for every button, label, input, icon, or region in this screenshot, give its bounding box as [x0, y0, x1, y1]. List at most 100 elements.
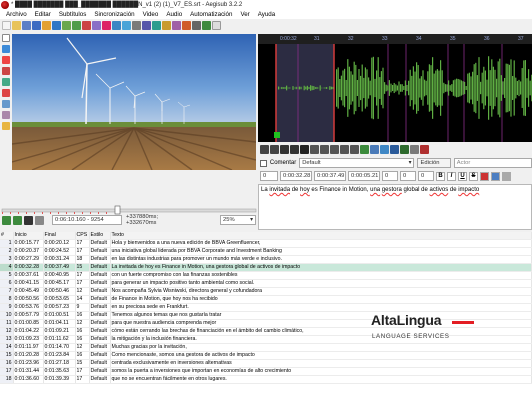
table-row[interactable]: 13 0:01:09.23 0:01:11.62 16 Default la mitiga… [0, 335, 532, 345]
column-header[interactable]: Texto [110, 232, 532, 241]
margin-right-field[interactable]: 0 [400, 171, 416, 181]
video-play-line-icon[interactable] [13, 215, 22, 225]
table-row[interactable]: 4 0:00:32.28 0:00:37.49 15 Default La invitad… [0, 263, 532, 273]
resample-icon[interactable] [142, 21, 151, 30]
table-row[interactable]: 14 0:01:11.97 0:01:14.70 12 Default Muchas gr… [0, 343, 532, 353]
layer-field[interactable]: 0 [260, 171, 278, 181]
vector-clip-icon[interactable] [2, 100, 10, 108]
menu-video[interactable]: Video [139, 11, 163, 18]
subtitle-text-editor[interactable]: La invitada de hoy es Finance in Motion,… [258, 184, 532, 230]
font-icon[interactable] [480, 171, 489, 181]
table-row[interactable]: 2 0:00:20.37 0:00:24.52 17 Default una inicia… [0, 247, 532, 257]
menu-sincronizacion[interactable]: Sincronización [90, 11, 138, 18]
play-line-icon[interactable] [290, 144, 299, 154]
menu-ayuda[interactable]: Ayuda [254, 11, 279, 18]
auto-next-icon[interactable] [390, 144, 399, 154]
menu-editar[interactable]: Editar [31, 11, 55, 18]
commit-icon[interactable] [360, 144, 369, 154]
attachments-icon[interactable] [102, 21, 111, 30]
edition-button[interactable]: Edición [417, 158, 451, 168]
find-icon[interactable] [112, 21, 121, 30]
table-row[interactable]: 10 0:00:57.79 0:01:00.51 16 Default Tenemos a… [0, 311, 532, 321]
video-play-icon[interactable] [2, 215, 11, 225]
video-display[interactable] [12, 34, 256, 170]
spell-checker-icon[interactable] [182, 21, 191, 30]
table-row[interactable]: 15 0:01:20.28 0:01:23.84 16 Default Como menc… [0, 351, 532, 361]
zoom-select[interactable]: 25% ▾ [220, 215, 256, 225]
help-icon[interactable] [212, 21, 221, 30]
end-time-field[interactable]: 0:00:37.49 [314, 171, 346, 181]
styles-manager-icon[interactable] [82, 21, 91, 30]
undo-icon[interactable] [502, 171, 511, 181]
table-row[interactable]: 3 0:00:27.29 0:00:31.24 18 Default en las dis… [0, 255, 532, 265]
jump-to-icon[interactable] [52, 21, 61, 30]
table-row[interactable]: 16 0:01:23.96 0:01:27.18 15 Default centrada … [0, 359, 532, 369]
column-header[interactable]: CPS [75, 232, 90, 241]
column-header[interactable]: Estilo [89, 232, 111, 241]
open-folder-icon[interactable] [12, 21, 21, 30]
menu-subtitulos[interactable]: Subtítulos [55, 11, 91, 18]
table-row[interactable]: 5 0:00:37.61 0:00:40.95 17 Default con un fue… [0, 271, 532, 281]
menu-archivo[interactable]: Archivo [2, 11, 31, 18]
spectrum-mode-icon[interactable] [410, 144, 419, 154]
rotate-xy-icon[interactable] [2, 67, 10, 75]
replace-icon[interactable] [122, 21, 131, 30]
table-row[interactable]: 7 0:00:45.49 0:00:50.46 12 Default Nos acompa… [0, 287, 532, 297]
new-file-icon[interactable] [2, 21, 11, 30]
column-header[interactable]: # [0, 232, 14, 241]
video-time-field[interactable]: 0:06:10.160 - 9254 [52, 215, 122, 225]
table-row[interactable]: 9 0:00:53.76 0:00:57.23 9 Default en su preci… [0, 303, 532, 313]
kanji-timer-icon[interactable] [162, 21, 171, 30]
column-header[interactable]: Inicio [13, 232, 44, 241]
comment-checkbox[interactable] [260, 159, 267, 167]
jump-end-icon[interactable] [72, 21, 81, 30]
play-last-500-icon[interactable] [340, 144, 349, 154]
auto-commit-icon[interactable] [380, 144, 389, 154]
play-previous-icon[interactable] [260, 144, 269, 154]
drag-tool-icon[interactable] [2, 45, 10, 53]
strikeout-button[interactable]: S [469, 171, 478, 181]
audio-waveform-display[interactable]: 0:00:32 31 32 33 34 35 36 37 [258, 34, 532, 142]
vector-clip-b-icon[interactable] [2, 111, 10, 119]
column-header[interactable]: Final [43, 232, 76, 241]
save-as-icon[interactable] [32, 21, 41, 30]
scale-tool-icon[interactable] [2, 78, 10, 86]
play-to-end-icon[interactable] [350, 144, 359, 154]
jump-start-icon[interactable] [62, 21, 71, 30]
table-row[interactable]: 18 0:01:36.60 0:01:39.39 17 Default que no se… [0, 375, 532, 385]
stop-icon[interactable] [300, 144, 309, 154]
auto-scroll-icon[interactable] [400, 144, 409, 154]
menu-audio[interactable]: Audio [162, 11, 186, 18]
automation-icon[interactable] [202, 21, 211, 30]
play-next-icon[interactable] [270, 144, 279, 154]
color-icon[interactable] [491, 171, 500, 181]
go-to-icon[interactable] [370, 144, 379, 154]
timing-postprocessor-icon[interactable] [152, 21, 161, 30]
video-stop-icon[interactable] [24, 215, 33, 225]
translation-assistant-icon[interactable] [132, 21, 141, 30]
standard-tool-icon[interactable] [2, 34, 10, 42]
table-row[interactable]: 1 0:00:15.77 0:00:20.12 17 Default Hola y bie… [0, 239, 532, 249]
italic-button[interactable]: I [447, 171, 456, 181]
margin-left-field[interactable]: 0 [382, 171, 398, 181]
bold-button[interactable]: B [436, 171, 445, 181]
actor-field[interactable]: Actor [453, 158, 532, 168]
play-before-icon[interactable] [310, 144, 319, 154]
save-icon[interactable] [22, 21, 31, 30]
underline-button[interactable]: U [458, 171, 467, 181]
table-row[interactable]: 6 0:00:41.15 0:00:45.17 17 Default para gener… [0, 279, 532, 289]
help-bulb-icon[interactable] [2, 122, 10, 130]
start-time-field[interactable]: 0:00:32.28 [280, 171, 312, 181]
menu-ver[interactable]: Ver [236, 11, 253, 18]
play-selection-icon[interactable] [280, 144, 289, 154]
table-row[interactable]: 8 0:00:50.56 0:00:53.65 14 Default de Finance… [0, 295, 532, 305]
table-row[interactable]: 12 0:01:04.22 0:01:09.21 16 Default cómo está… [0, 327, 532, 337]
play-after-icon[interactable] [320, 144, 329, 154]
rotate-z-icon[interactable] [2, 56, 10, 64]
karaoke-mode-icon[interactable] [420, 144, 429, 154]
table-row[interactable]: 17 0:01:31.44 0:01:35.63 17 Default somos la … [0, 367, 532, 377]
margin-vertical-field[interactable]: 0 [418, 171, 434, 181]
duration-field[interactable]: 0:00:05.21 [348, 171, 380, 181]
menu-automatizacion[interactable]: Automatización [186, 11, 236, 18]
shift-times-icon[interactable] [172, 21, 181, 30]
